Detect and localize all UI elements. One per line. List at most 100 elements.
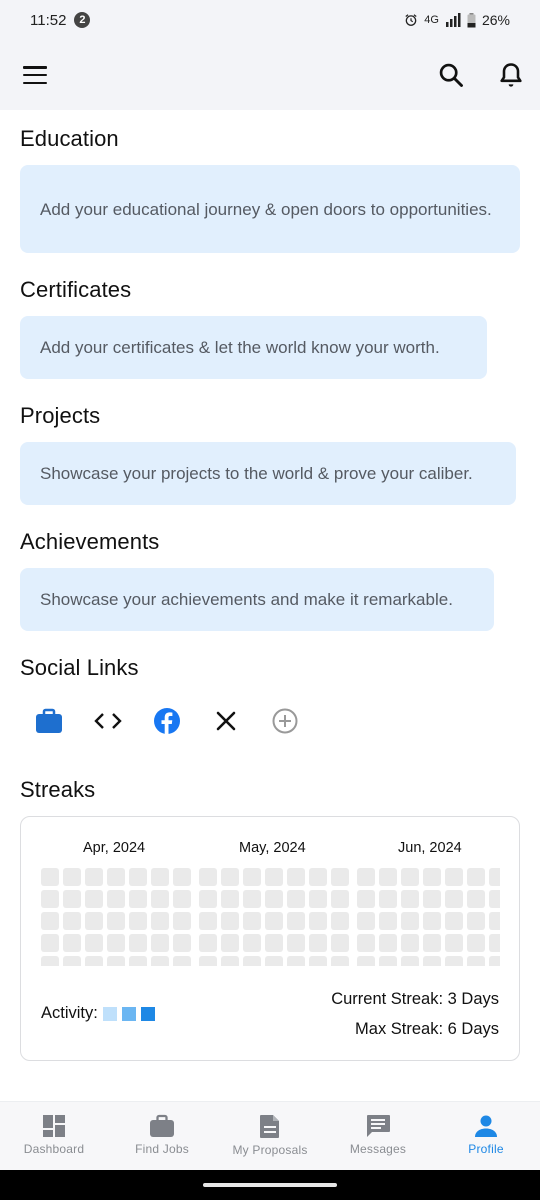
activity-cell xyxy=(85,934,103,952)
streaks-title: Streaks xyxy=(20,777,96,802)
certificates-title: Certificates xyxy=(20,277,132,302)
person-icon xyxy=(475,1115,497,1137)
activity-cell xyxy=(423,912,441,930)
certificates-prompt[interactable]: Add your certificates & let the world kn… xyxy=(20,316,487,379)
activity-cell xyxy=(265,912,283,930)
activity-cell xyxy=(221,868,239,886)
code-icon[interactable] xyxy=(93,706,123,736)
activity-cell xyxy=(107,956,125,966)
activity-cell xyxy=(85,868,103,886)
system-nav-bar xyxy=(0,1170,540,1200)
activity-cell xyxy=(151,868,169,886)
activity-cell xyxy=(379,912,397,930)
nav-label: Profile xyxy=(468,1142,504,1156)
activity-cell xyxy=(173,868,191,886)
activity-cell xyxy=(41,956,59,966)
activity-cell xyxy=(221,934,239,952)
nav-find-jobs[interactable]: Find Jobs xyxy=(108,1102,216,1170)
activity-cell xyxy=(265,956,283,966)
activity-cell xyxy=(357,956,375,966)
activity-cell xyxy=(107,868,125,886)
activity-cell xyxy=(401,934,419,952)
activity-cell xyxy=(151,934,169,952)
activity-cell xyxy=(107,912,125,930)
activity-cell xyxy=(199,890,217,908)
achievements-prompt[interactable]: Showcase your achievements and make it r… xyxy=(20,568,494,631)
activity-cell xyxy=(151,956,169,966)
nav-messages[interactable]: Messages xyxy=(324,1102,432,1170)
activity-cell xyxy=(401,912,419,930)
activity-cell xyxy=(423,868,441,886)
activity-cell xyxy=(489,956,500,966)
activity-cell xyxy=(489,934,500,952)
activity-cell xyxy=(85,912,103,930)
activity-cell xyxy=(401,890,419,908)
activity-cell xyxy=(423,890,441,908)
activity-cell xyxy=(41,890,59,908)
activity-cell xyxy=(243,956,261,966)
activity-cell xyxy=(445,934,463,952)
activity-cell xyxy=(63,912,81,930)
projects-title: Projects xyxy=(20,403,101,428)
activity-cell xyxy=(63,890,81,908)
activity-cell xyxy=(129,934,147,952)
x-icon[interactable] xyxy=(211,706,241,736)
activity-cell xyxy=(467,956,485,966)
activity-cell xyxy=(243,890,261,908)
activity-swatch xyxy=(102,1006,117,1021)
activity-cell xyxy=(379,890,397,908)
activity-cell xyxy=(379,868,397,886)
nav-label: My Proposals xyxy=(232,1143,308,1157)
nav-profile[interactable]: Profile xyxy=(432,1102,540,1170)
activity-cell xyxy=(243,868,261,886)
activity-cell xyxy=(331,890,349,908)
activity-cell xyxy=(265,890,283,908)
activity-cell xyxy=(41,934,59,952)
activity-cell xyxy=(129,912,147,930)
activity-cell xyxy=(265,868,283,886)
activity-cell xyxy=(489,912,500,930)
streaks-card: Apr, 2024 May, 2024 Jun, 2024 Activity: … xyxy=(20,816,520,1061)
add-circle-icon[interactable] xyxy=(270,706,300,736)
activity-cell xyxy=(331,868,349,886)
activity-cell xyxy=(41,912,59,930)
activity-cell xyxy=(151,912,169,930)
activity-cell xyxy=(107,890,125,908)
briefcase-icon[interactable] xyxy=(34,706,64,736)
activity-cell xyxy=(63,868,81,886)
activity-cell xyxy=(173,890,191,908)
month-label: Apr, 2024 xyxy=(83,840,146,856)
activity-cell xyxy=(85,956,103,966)
activity-cell xyxy=(107,934,125,952)
signal-icon xyxy=(445,13,461,27)
battery-level: 26% xyxy=(481,12,510,28)
activity-cell xyxy=(199,956,217,966)
activity-cell xyxy=(199,868,217,886)
activity-legend: Activity: xyxy=(41,1004,155,1023)
nav-dashboard[interactable]: Dashboard xyxy=(0,1102,108,1170)
bell-icon[interactable] xyxy=(497,61,525,89)
education-prompt[interactable]: Add your educational journey & open door… xyxy=(20,165,520,253)
search-icon[interactable] xyxy=(437,61,465,89)
activity-cell xyxy=(445,956,463,966)
nav-label: Dashboard xyxy=(23,1142,85,1156)
home-gesture-bar[interactable] xyxy=(203,1183,337,1187)
facebook-icon[interactable] xyxy=(152,706,182,736)
activity-cell xyxy=(467,890,485,908)
activity-cell xyxy=(85,890,103,908)
activity-cell xyxy=(309,934,327,952)
month-label: Jun, 2024 xyxy=(398,840,462,856)
nav-label: Messages xyxy=(349,1142,407,1156)
status-time: 11:52 xyxy=(30,11,67,29)
activity-cell xyxy=(63,956,81,966)
projects-prompt[interactable]: Showcase your projects to the world & pr… xyxy=(20,442,516,505)
activity-cell xyxy=(467,912,485,930)
menu-icon[interactable] xyxy=(22,64,48,86)
month-label: May, 2024 xyxy=(239,840,306,856)
activity-cell xyxy=(221,956,239,966)
nav-my-proposals[interactable]: My Proposals xyxy=(216,1102,324,1170)
activity-cell xyxy=(309,956,327,966)
notification-count-badge: 2 xyxy=(74,12,91,28)
activity-cell xyxy=(129,956,147,966)
activity-cell xyxy=(445,890,463,908)
